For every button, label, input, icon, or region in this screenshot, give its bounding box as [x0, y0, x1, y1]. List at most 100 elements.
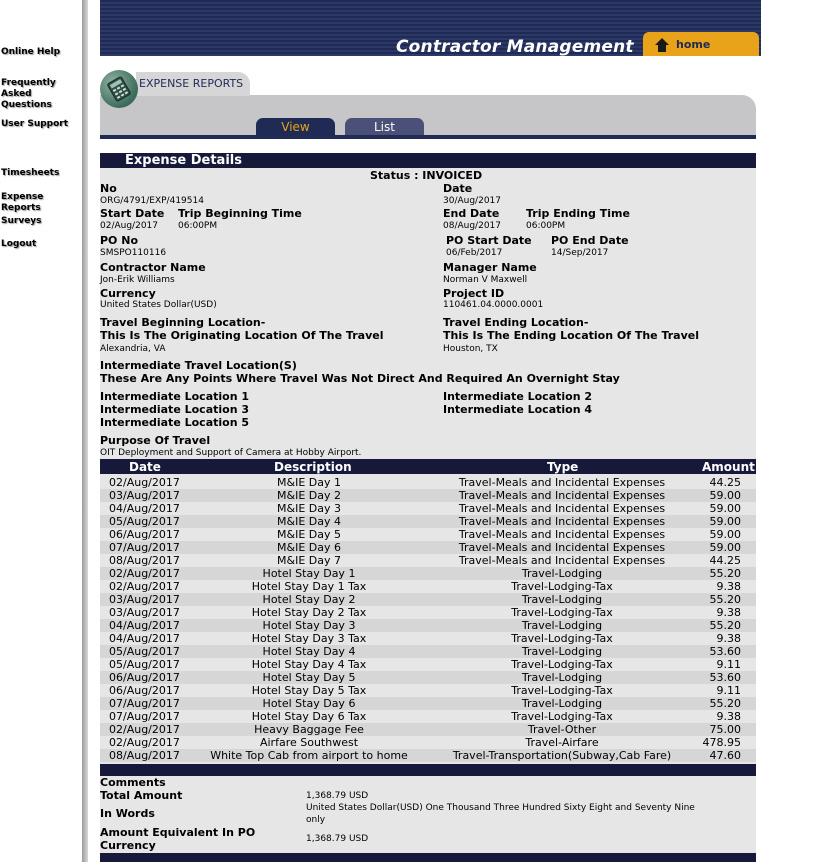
row-amount: 44.25 [709, 554, 742, 567]
po-no-value: SMSPO110116 [100, 248, 167, 258]
status-text: Status : INVOICED [370, 169, 483, 182]
sidebar-item-user-support[interactable]: User Support [1, 119, 83, 130]
row-description: Hotel Stay Day 2 Tax [251, 606, 367, 619]
row-amount: 9.11 [716, 684, 742, 697]
section-tab: EXPENSE REPORTS [136, 72, 250, 96]
row-description: Hotel Stay Day 6 [262, 697, 356, 710]
tab-list[interactable]: List [345, 118, 424, 136]
no-label: No [100, 182, 117, 195]
home-label: home [676, 38, 711, 51]
row-amount: 55.20 [709, 697, 742, 710]
row-type: Travel-Lodging-Tax [511, 606, 613, 619]
table-row: 06/Aug/2017 M&IE Day 5 Travel-Meals and In… [100, 528, 756, 541]
equiv-label: Amount Equivalent In PO [100, 826, 256, 839]
table-row: 05/Aug/2017 Hotel Stay Day 4 Travel-Lodgin… [100, 645, 756, 658]
row-type: Travel-Lodging-Tax [511, 580, 613, 593]
trip-end-time-label: Trip Ending Time [526, 207, 630, 220]
row-type: Travel-Lodging-Tax [511, 710, 613, 723]
row-amount: 55.20 [709, 567, 742, 580]
row-description: Hotel Stay Day 4 Tax [251, 658, 367, 671]
row-date: 07/Aug/2017 [109, 697, 180, 710]
purpose-label: Purpose Of Travel [100, 434, 211, 447]
row-amount: 9.38 [716, 632, 742, 645]
table-row: 03/Aug/2017 M&IE Day 2 Travel-Meals and In… [100, 489, 756, 502]
intermediate-location-5: Intermediate Location 5 [100, 416, 250, 429]
sidebar-item-online-help[interactable]: Online Help [1, 47, 83, 58]
intermediate-location-2: Intermediate Location 2 [443, 390, 593, 403]
manager-value: Norman V Maxwell [443, 275, 528, 285]
row-type: Travel-Airfare [525, 736, 599, 749]
table-row: 06/Aug/2017 Hotel Stay Day 5 Tax Travel-Lo… [100, 684, 756, 697]
row-description: Hotel Stay Day 3 [262, 619, 356, 632]
home-button[interactable]: home [643, 32, 759, 56]
row-date: 02/Aug/2017 [109, 736, 180, 749]
row-amount: 59.00 [709, 541, 742, 554]
po-end-label: PO End Date [551, 234, 629, 247]
row-amount: 55.20 [709, 593, 742, 606]
sidebar-item-expense-reports[interactable]: Expense Reports [1, 192, 83, 214]
row-date: 03/Aug/2017 [109, 489, 180, 502]
travel-begin-label: Travel Beginning Location- [100, 316, 266, 329]
currency-label: Currency [100, 287, 156, 300]
expense-table-footer [100, 764, 756, 776]
row-description: Hotel Stay Day 1 Tax [251, 580, 367, 593]
date-value: 30/Aug/2017 [443, 196, 501, 206]
row-description: M&IE Day 4 [277, 515, 341, 528]
row-type: Travel-Lodging [521, 567, 603, 580]
section-title: EXPENSE REPORTS [139, 77, 244, 90]
row-amount: 44.25 [709, 476, 742, 489]
row-date: 05/Aug/2017 [109, 645, 180, 658]
in-words-label: In Words [100, 807, 155, 820]
expense-details-panel: Expense Details Status : INVOICED No ORG… [100, 153, 756, 862]
po-end-value: 14/Sep/2017 [551, 248, 609, 258]
po-start-label: PO Start Date [446, 234, 532, 247]
in-words-value-cont: only [306, 815, 326, 825]
row-amount: 47.60 [709, 749, 742, 762]
row-date: 08/Aug/2017 [109, 749, 180, 762]
table-row: 04/Aug/2017 Hotel Stay Day 3 Tax Travel-Lo… [100, 632, 756, 645]
project-label: Project ID [443, 287, 505, 300]
travel-end-label: Travel Ending Location- [443, 316, 589, 329]
col-date: Date [129, 460, 161, 474]
sidebar-item-logout[interactable]: Logout [1, 239, 83, 250]
row-amount: 59.00 [709, 528, 742, 541]
comments-label: Comments [100, 776, 166, 789]
row-amount: 59.00 [709, 502, 742, 515]
row-type: Travel-Lodging [521, 645, 603, 658]
table-row: 02/Aug/2017 Heavy Baggage Fee Travel-Other… [100, 723, 756, 736]
row-date: 02/Aug/2017 [109, 580, 180, 593]
row-description: Hotel Stay Day 1 [262, 567, 356, 580]
no-value: ORG/4791/EXP/419514 [100, 196, 204, 206]
row-description: M&IE Day 6 [277, 541, 341, 554]
intermediate-location-3: Intermediate Location 3 [100, 403, 250, 416]
intermediate-location-4: Intermediate Location 4 [443, 403, 593, 416]
row-date: 08/Aug/2017 [109, 554, 180, 567]
row-type: Travel-Transportation(Subway,Cab Fare) [452, 749, 672, 762]
sidebar-item-timesheets[interactable]: Timesheets [1, 168, 83, 179]
row-amount: 53.60 [709, 671, 742, 684]
row-amount: 59.00 [709, 515, 742, 528]
travel-begin-value: Alexandria, VA [100, 344, 166, 354]
details-header-bar: Expense Details [100, 153, 756, 168]
row-description: Heavy Baggage Fee [254, 723, 364, 736]
row-date: 05/Aug/2017 [109, 515, 180, 528]
sidebar-item-faq[interactable]: Frequently Asked Questions [1, 78, 81, 111]
row-description: White Top Cab from airport to home [210, 749, 408, 762]
purpose-value: OIT Deployment and Support of Camera at … [100, 448, 362, 458]
row-description: Hotel Stay Day 3 Tax [251, 632, 367, 645]
table-row: 08/Aug/2017 M&IE Day 7 Travel-Meals and In… [100, 554, 756, 567]
contractor-value: Jon-Erik Williams [100, 275, 175, 285]
row-description: Hotel Stay Day 6 Tax [251, 710, 367, 723]
po-no-label: PO No [100, 234, 139, 247]
equiv-value: 1,368.79 USD [306, 834, 369, 844]
tab-view[interactable]: View [256, 118, 335, 136]
table-row: 07/Aug/2017 M&IE Day 6 Travel-Meals and In… [100, 541, 756, 554]
sidebar: Online Help Frequently Asked Questions U… [0, 0, 82, 862]
travel-begin-sub: This Is The Originating Location Of The … [100, 329, 384, 342]
row-amount: 75.00 [709, 723, 742, 736]
sidebar-item-surveys[interactable]: Surveys [1, 216, 83, 227]
start-date-label: Start Date [100, 207, 165, 220]
date-label: Date [443, 182, 473, 195]
trip-begin-time-label: Trip Beginning Time [178, 207, 302, 220]
table-row: 04/Aug/2017 M&IE Day 3 Travel-Meals and In… [100, 502, 756, 515]
